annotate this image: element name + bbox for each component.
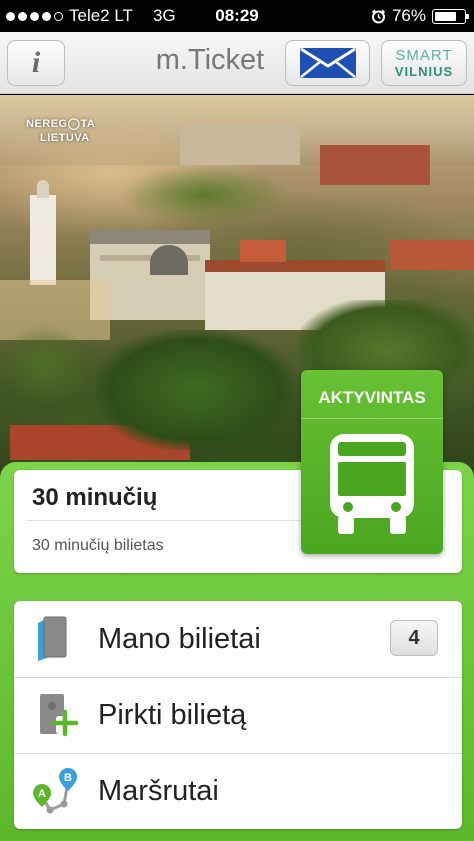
menu-item-my-tickets[interactable]: Mano bilietai 4 bbox=[14, 601, 462, 677]
menu-label: Maršrutai bbox=[98, 775, 219, 807]
messages-button[interactable] bbox=[285, 40, 370, 86]
brand-line-1: SMART bbox=[395, 47, 453, 64]
activated-badge[interactable]: AKTYVINTAS bbox=[301, 370, 443, 554]
brand-line-2: VILNIUS bbox=[394, 64, 454, 79]
activated-label: AKTYVINTAS bbox=[318, 388, 426, 407]
tickets-icon bbox=[38, 616, 67, 661]
smart-vilnius-button[interactable]: SMART VILNIUS bbox=[381, 40, 467, 86]
ticket-count-badge: 4 bbox=[390, 620, 438, 656]
battery-icon bbox=[432, 8, 469, 24]
menu-item-buy-ticket[interactable]: Pirkti bilietą bbox=[14, 677, 462, 753]
info-icon: i bbox=[31, 46, 41, 79]
buy-ticket-icon bbox=[40, 694, 79, 737]
ticket-subtitle: 30 minučių bilietas bbox=[32, 537, 164, 554]
menu-item-routes[interactable]: A B Maršrutai bbox=[14, 753, 462, 829]
svg-text:B: B bbox=[64, 772, 72, 784]
menu-label: Pirkti bilietą bbox=[98, 699, 247, 731]
neregeta-lietuva-logo: NEREG◯TA LIETUVA bbox=[26, 118, 96, 144]
divider bbox=[26, 520, 302, 521]
status-bar-right: 76% bbox=[371, 6, 469, 26]
route-icon: A B bbox=[33, 768, 77, 814]
app-title: m.Ticket bbox=[155, 44, 265, 76]
main-menu: Mano bilietai 4 Pirkti bilietą A B Maršr… bbox=[14, 601, 462, 829]
ticket-title: 30 minučių bbox=[32, 484, 158, 511]
battery-percent: 76% bbox=[391, 6, 426, 25]
app-header: i m.Ticket SMART VILNIUS bbox=[0, 32, 474, 94]
envelope-icon bbox=[299, 47, 356, 78]
bus-icon bbox=[330, 434, 414, 534]
menu-label: Mano bilietai bbox=[98, 622, 261, 655]
svg-text:A: A bbox=[38, 788, 46, 800]
info-button[interactable]: i bbox=[7, 40, 65, 86]
alarm-icon bbox=[371, 9, 386, 23]
divider bbox=[301, 418, 443, 419]
status-bar: Tele2 LT 3G 08:29 76% bbox=[0, 0, 474, 32]
battery-level bbox=[435, 11, 457, 21]
